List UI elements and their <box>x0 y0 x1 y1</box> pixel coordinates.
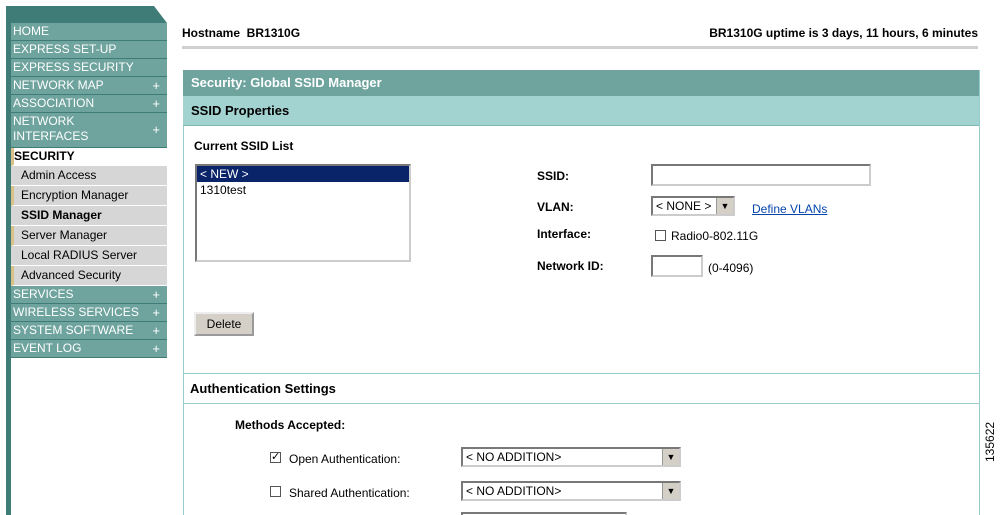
chevron-down-icon: ▼ <box>662 483 679 499</box>
open-authentication-label: Open Authentication: <box>289 452 401 466</box>
delete-button[interactable]: Delete <box>194 312 254 336</box>
nav-header-tab <box>6 6 167 23</box>
define-vlans-link[interactable]: Define VLANs <box>752 202 827 216</box>
nav-item-label: SERVICES <box>13 287 74 301</box>
section-title-ssid-properties: SSID Properties <box>183 96 979 126</box>
vlan-label: VLAN: <box>537 200 574 214</box>
shared-auth-select-value: < NO ADDITION> <box>466 484 562 498</box>
nav-sub-advanced-security[interactable]: Advanced Security <box>11 266 167 286</box>
expand-icon: + <box>152 96 160 111</box>
nav-sub-encryption-manager[interactable]: Encryption Manager <box>11 186 167 206</box>
figure-number: 135622 <box>983 421 997 462</box>
uptime-status: BR1310G uptime is 3 days, 11 hours, 6 mi… <box>709 26 978 40</box>
nav-item-label: SYSTEM SOFTWARE <box>13 323 134 337</box>
chevron-down-icon: ▼ <box>716 198 733 214</box>
expand-icon: + <box>152 78 160 93</box>
vlan-select[interactable]: < NONE > ▼ <box>651 196 735 216</box>
nav-sub-label: SSID Manager <box>21 208 102 222</box>
expand-icon: + <box>152 341 160 356</box>
nav-sub-label: Admin Access <box>21 168 97 182</box>
nav-item-network-interfaces[interactable]: NETWORK INTERFACES + <box>11 113 167 148</box>
network-id-label: Network ID: <box>537 259 604 273</box>
page-title: Security: Global SSID Manager <box>183 70 979 96</box>
section-title-authentication: Authentication Settings <box>190 381 336 396</box>
interface-label: Interface: <box>537 227 592 241</box>
sidebar-nav: HOME EXPRESS SET-UP EXPRESS SECURITY NET… <box>11 23 167 358</box>
network-id-input[interactable] <box>651 255 703 277</box>
nav-item-event-log[interactable]: EVENT LOG + <box>11 340 167 358</box>
expand-icon: + <box>152 323 160 338</box>
nav-sub-local-radius-server[interactable]: Local RADIUS Server <box>11 246 167 266</box>
nav-item-services[interactable]: SERVICES + <box>11 286 167 304</box>
nav-sub-label: Advanced Security <box>21 268 122 282</box>
list-item[interactable]: < NEW > <box>197 166 409 182</box>
shared-authentication-checkbox[interactable] <box>270 486 281 497</box>
open-authentication-select[interactable]: < NO ADDITION> ▼ <box>461 447 681 467</box>
nav-item-system-software[interactable]: SYSTEM SOFTWARE + <box>11 322 167 340</box>
nav-sub-label: Local RADIUS Server <box>21 248 138 262</box>
nav-item-express-security[interactable]: EXPRESS SECURITY <box>11 59 167 77</box>
list-item[interactable]: 1310test <box>197 182 409 198</box>
shared-authentication-select[interactable]: < NO ADDITION> ▼ <box>461 481 681 501</box>
nav-item-label: EVENT LOG <box>13 341 82 355</box>
open-auth-select-value: < NO ADDITION> <box>466 450 562 464</box>
section-divider <box>183 373 979 374</box>
expand-icon: + <box>152 287 160 302</box>
expand-icon: + <box>152 305 160 320</box>
ssid-label: SSID: <box>537 169 570 183</box>
nav-item-wireless-services[interactable]: WIRELESS SERVICES + <box>11 304 167 322</box>
expand-icon: + <box>152 122 160 137</box>
nav-sub-server-manager[interactable]: Server Manager <box>11 226 167 246</box>
nav-item-label: SECURITY <box>14 149 75 163</box>
nav-item-express-setup[interactable]: EXPRESS SET-UP <box>11 41 167 59</box>
header-divider <box>182 46 978 49</box>
nav-item-security[interactable]: SECURITY <box>11 148 167 166</box>
chevron-down-icon: ▼ <box>662 449 679 465</box>
ssid-listbox[interactable]: < NEW > 1310test <box>195 164 411 262</box>
current-ssid-list-label: Current SSID List <box>194 139 294 153</box>
nav-item-label: EXPRESS SET-UP <box>13 42 117 56</box>
interface-radio0-checkbox[interactable] <box>655 230 666 241</box>
nav-sub-label: Server Manager <box>21 228 108 242</box>
nav-item-label: ASSOCIATION <box>13 96 95 110</box>
nav-sub-admin-access[interactable]: Admin Access <box>11 166 167 186</box>
ssid-input[interactable] <box>651 164 871 186</box>
nav-item-association[interactable]: ASSOCIATION + <box>11 95 167 113</box>
nav-item-label: NETWORK INTERFACES <box>13 114 89 143</box>
hostname: Hostname BR1310G <box>182 26 301 40</box>
nav-item-label: NETWORK MAP <box>13 78 104 92</box>
section-divider <box>183 403 979 404</box>
interface-option-label: Radio0-802.11G <box>671 229 759 243</box>
nav-item-label: WIRELESS SERVICES <box>13 305 139 319</box>
nav-sub-label: Encryption Manager <box>21 188 129 202</box>
nav-item-label: HOME <box>13 24 49 38</box>
checkmark-icon: ✓ <box>271 451 281 463</box>
nav-item-home[interactable]: HOME <box>11 23 167 41</box>
nav-item-label: EXPRESS SECURITY <box>13 60 134 74</box>
shared-authentication-label: Shared Authentication: <box>289 486 410 500</box>
open-authentication-checkbox[interactable]: ✓ <box>270 452 281 463</box>
nav-item-network-map[interactable]: NETWORK MAP + <box>11 77 167 95</box>
nav-sub-ssid-manager[interactable]: SSID Manager <box>11 206 167 226</box>
vlan-select-value: < NONE > <box>656 199 712 213</box>
methods-accepted-label: Methods Accepted: <box>235 418 346 432</box>
network-id-range-hint: (0-4096) <box>708 261 754 275</box>
